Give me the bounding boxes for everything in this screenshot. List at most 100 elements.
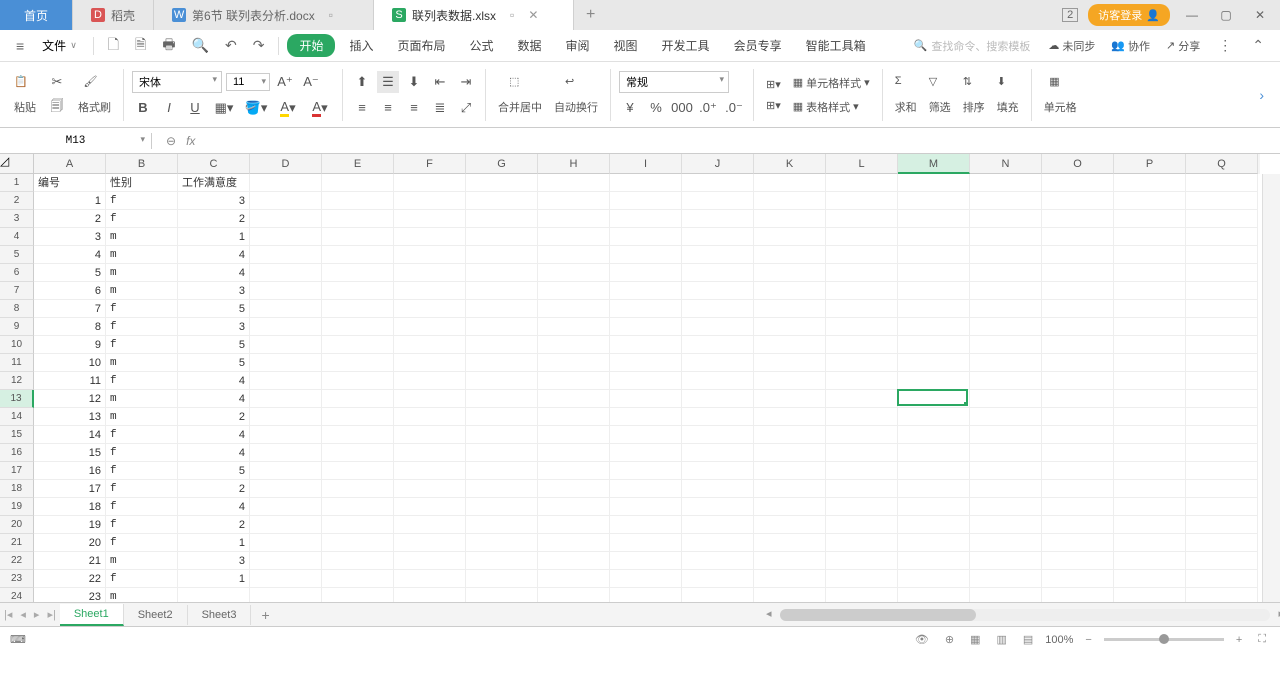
data-cell[interactable]: f xyxy=(106,516,178,534)
cell[interactable] xyxy=(682,228,754,246)
zoom-slider[interactable] xyxy=(1104,638,1224,641)
cell[interactable] xyxy=(466,354,538,372)
cell[interactable] xyxy=(466,408,538,426)
cell[interactable] xyxy=(538,336,610,354)
cell[interactable] xyxy=(1042,318,1114,336)
cell[interactable] xyxy=(898,300,970,318)
coop-button[interactable]: 👥 协作 xyxy=(1107,36,1154,56)
fx-icon[interactable]: fx xyxy=(186,134,195,148)
cell[interactable] xyxy=(682,300,754,318)
cell[interactable] xyxy=(1114,444,1186,462)
cell[interactable] xyxy=(1114,336,1186,354)
column-header[interactable]: L xyxy=(826,154,898,174)
column-header[interactable]: A xyxy=(34,154,106,174)
cell[interactable] xyxy=(682,192,754,210)
cell[interactable] xyxy=(538,372,610,390)
menu-view[interactable]: 视图 xyxy=(604,33,648,58)
cell[interactable] xyxy=(898,516,970,534)
row-header[interactable]: 18 xyxy=(0,480,34,498)
data-cell[interactable]: 2 xyxy=(34,210,106,228)
menu-insert[interactable]: 插入 xyxy=(339,33,383,58)
grow-font-icon[interactable]: A⁺ xyxy=(274,71,296,93)
cell[interactable] xyxy=(1042,516,1114,534)
cell[interactable] xyxy=(1186,300,1258,318)
cell[interactable] xyxy=(322,462,394,480)
data-cell[interactable]: 4 xyxy=(178,264,250,282)
underline-button[interactable]: U xyxy=(184,97,206,119)
new-tab-button[interactable]: + xyxy=(574,6,607,24)
cell[interactable] xyxy=(970,282,1042,300)
cell[interactable] xyxy=(322,480,394,498)
cut-icon[interactable]: ✂ xyxy=(46,71,68,93)
cell[interactable] xyxy=(1114,228,1186,246)
tab-home[interactable]: 首页 xyxy=(0,0,73,30)
cell[interactable] xyxy=(682,372,754,390)
cell[interactable] xyxy=(538,390,610,408)
cell[interactable] xyxy=(1114,480,1186,498)
cell[interactable] xyxy=(1186,228,1258,246)
cell[interactable] xyxy=(250,210,322,228)
cell[interactable] xyxy=(1114,192,1186,210)
tab-doke[interactable]: D 稻壳 xyxy=(73,0,154,30)
row-header[interactable]: 17 xyxy=(0,462,34,480)
cell[interactable] xyxy=(394,354,466,372)
data-cell[interactable]: 8 xyxy=(34,318,106,336)
cell[interactable] xyxy=(322,192,394,210)
cell[interactable] xyxy=(538,318,610,336)
cell[interactable] xyxy=(826,372,898,390)
cell[interactable] xyxy=(970,372,1042,390)
cell[interactable] xyxy=(538,174,610,192)
cell[interactable] xyxy=(898,228,970,246)
cell[interactable] xyxy=(1186,588,1258,602)
cell[interactable] xyxy=(466,570,538,588)
cell[interactable] xyxy=(610,552,682,570)
cell[interactable] xyxy=(970,570,1042,588)
menu-hamburger-icon[interactable]: ≡ xyxy=(10,34,30,58)
cell[interactable] xyxy=(754,534,826,552)
column-header[interactable]: F xyxy=(394,154,466,174)
merge-cells-button[interactable]: ⬚合并居中 xyxy=(494,73,546,117)
cell[interactable] xyxy=(466,462,538,480)
cell[interactable] xyxy=(682,282,754,300)
cell[interactable] xyxy=(970,444,1042,462)
cell[interactable] xyxy=(826,300,898,318)
zoom-in-icon[interactable]: + xyxy=(1232,632,1246,648)
data-cell[interactable]: m xyxy=(106,282,178,300)
paste-button[interactable]: 📋粘贴 xyxy=(10,73,40,117)
data-cell[interactable]: 12 xyxy=(34,390,106,408)
row-header[interactable]: 12 xyxy=(0,372,34,390)
sort-button[interactable]: ⇅排序 xyxy=(959,73,989,117)
preview-icon[interactable]: 🔍 xyxy=(186,33,215,58)
header-cell[interactable]: 性别 xyxy=(106,174,178,192)
save-icon[interactable]: 🗋 xyxy=(102,30,125,62)
cell[interactable] xyxy=(394,408,466,426)
cell[interactable] xyxy=(1042,408,1114,426)
data-cell[interactable]: f xyxy=(106,480,178,498)
row-header[interactable]: 1 xyxy=(0,174,34,192)
data-cell[interactable]: m xyxy=(106,246,178,264)
cell[interactable] xyxy=(250,480,322,498)
row-header[interactable]: 3 xyxy=(0,210,34,228)
cell[interactable] xyxy=(466,444,538,462)
cell[interactable] xyxy=(250,228,322,246)
cell[interactable] xyxy=(322,372,394,390)
cell[interactable] xyxy=(466,228,538,246)
cell[interactable] xyxy=(754,282,826,300)
cell[interactable] xyxy=(250,516,322,534)
cell[interactable] xyxy=(466,498,538,516)
data-cell[interactable]: 2 xyxy=(178,210,250,228)
zoom-out-icon[interactable]: − xyxy=(1081,632,1095,648)
cell[interactable] xyxy=(1186,354,1258,372)
maximize-button[interactable]: ▢ xyxy=(1214,8,1238,22)
cell[interactable] xyxy=(754,426,826,444)
cell[interactable] xyxy=(970,498,1042,516)
data-cell[interactable]: 19 xyxy=(34,516,106,534)
number-format-select[interactable]: 常规 xyxy=(619,71,729,93)
cell[interactable] xyxy=(826,498,898,516)
cell[interactable] xyxy=(610,516,682,534)
cell[interactable] xyxy=(1042,192,1114,210)
cell[interactable] xyxy=(754,480,826,498)
cell[interactable] xyxy=(682,408,754,426)
row-header[interactable]: 23 xyxy=(0,570,34,588)
cell[interactable] xyxy=(682,390,754,408)
